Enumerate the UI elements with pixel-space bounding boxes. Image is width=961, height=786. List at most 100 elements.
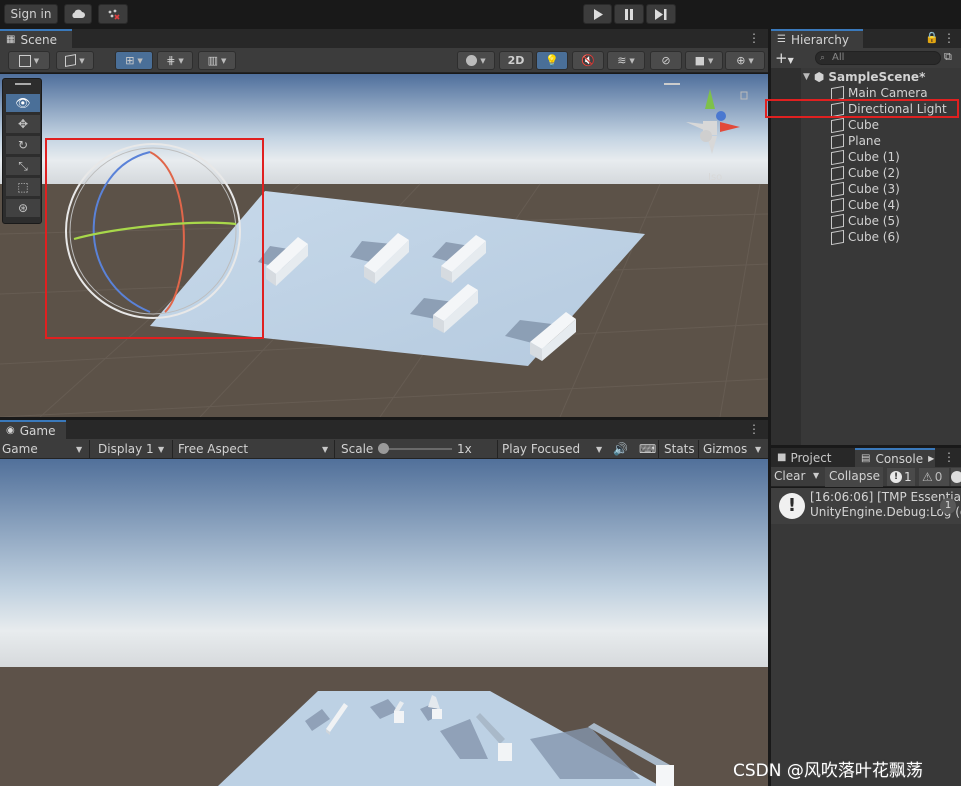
hierarchy-more-icon[interactable]: ⋮ <box>943 31 955 45</box>
drag-handle-icon[interactable] <box>15 83 31 85</box>
light-gizmo-highlight-box <box>45 138 264 339</box>
filter-icon[interactable]: ⧉ <box>944 50 952 64</box>
snap-icon: ⋕ <box>166 54 176 67</box>
transform-tool-button[interactable]: ⊛ <box>6 199 40 217</box>
sign-in-label: Sign in <box>10 7 52 21</box>
scene-viewport[interactable]: Iso 👁 ✥ ↻ ⤡ ⬚ ⊛ <box>0 74 768 417</box>
collapse-toggle[interactable]: Collapse <box>825 467 883 487</box>
gameobject-icon <box>831 133 844 149</box>
grid-snap-dropdown[interactable]: ⊞ <box>115 51 153 70</box>
clear-options-dropdown[interactable]: ▼ <box>813 471 819 480</box>
lightbulb-icon: 💡 <box>545 54 559 67</box>
rotate-tool-button[interactable]: ↻ <box>6 136 40 154</box>
move-tool-button[interactable]: ✥ <box>6 115 40 133</box>
scale-tool-button[interactable]: ⤡ <box>6 157 40 175</box>
grid-lines-icon: ▥ <box>207 54 218 67</box>
camera-dropdown[interactable]: ■ <box>685 51 723 70</box>
hierarchy-item-label: Cube (6) <box>848 230 900 244</box>
tab-project[interactable]: ■ Project <box>771 448 853 467</box>
transform-tool-palette: 👁 ✥ ↻ ⤡ ⬚ ⊛ <box>2 78 42 224</box>
shading-dropdown[interactable] <box>457 51 495 70</box>
hierarchy-item-cube-5[interactable]: Cube (5) <box>831 213 961 229</box>
hierarchy-item-label: Cube <box>848 118 879 132</box>
hierarchy-item-cube-3[interactable]: Cube (3) <box>831 181 961 197</box>
create-button[interactable]: +▼ <box>775 49 794 67</box>
tab-console[interactable]: ▤ Console ▶ <box>855 448 935 467</box>
view-tool-button[interactable]: 👁 <box>6 94 40 112</box>
gizmos-select[interactable]: Gizmos ▼ <box>703 440 765 458</box>
console-more-icon[interactable]: ⋮ <box>943 450 955 464</box>
shortcuts-button[interactable]: ⌨ <box>639 440 656 458</box>
hierarchy-item-cube-1[interactable]: Cube (1) <box>831 149 961 165</box>
hierarchy-item-label: Plane <box>848 134 881 148</box>
collapse-label: Collapse <box>829 469 880 483</box>
game-viewport[interactable] <box>0 459 768 786</box>
warning-count: 0 <box>934 470 943 484</box>
collab-button[interactable] <box>98 4 128 24</box>
game-tab-bar: ◉ Game ⋮ <box>0 420 768 439</box>
log-message-line1: [16:06:06] [TMP Essential R <box>810 490 961 504</box>
game-render <box>0 459 768 786</box>
lock-icon[interactable]: 🔒 <box>925 31 939 44</box>
step-button[interactable] <box>646 4 676 24</box>
rect-tool-button[interactable]: ⬚ <box>6 178 40 196</box>
hierarchy-item-cube-2[interactable]: Cube (2) <box>831 165 961 181</box>
audio-toggle-button[interactable]: 🔇 <box>572 51 604 70</box>
scene-more-icon[interactable]: ⋮ <box>748 31 760 45</box>
scale-icon: ⤡ <box>18 158 28 173</box>
cloud-button[interactable] <box>64 4 92 24</box>
draw-mode-dropdown[interactable] <box>8 51 50 70</box>
render-mode-dropdown[interactable] <box>56 51 94 70</box>
game-view-select[interactable]: Game ▼ <box>2 440 86 458</box>
scale-slider-thumb[interactable] <box>378 443 389 454</box>
2d-toggle-button[interactable]: 2D <box>499 51 533 70</box>
clear-button[interactable]: Clear <box>774 469 805 483</box>
play-mode-select[interactable]: Play Focused ▼ <box>502 440 606 458</box>
expand-arrow-icon: ▼ <box>803 72 810 82</box>
project-tab-label: Project <box>790 450 832 465</box>
eye-icon: 👁 <box>15 96 31 110</box>
tab-scene[interactable]: ▦ Scene <box>0 29 72 48</box>
warning-filter-toggle[interactable]: ⚠ 0 <box>919 468 949 486</box>
hierarchy-item-cube[interactable]: Cube <box>831 117 961 133</box>
tab-game[interactable]: ◉ Game <box>0 420 66 439</box>
lighting-toggle-button[interactable]: 💡 <box>536 51 568 70</box>
info-filter-toggle[interactable] <box>951 468 961 486</box>
scale-label-text: Scale <box>341 442 374 456</box>
gizmos-dropdown[interactable]: ⊕ <box>725 51 765 70</box>
tab-hierarchy[interactable]: ☰ Hierarchy <box>771 29 863 48</box>
error-filter-toggle[interactable]: ! 1 <box>887 468 915 486</box>
display-select[interactable]: Display 1 ▼ <box>98 440 170 458</box>
sign-in-button[interactable]: Sign in <box>4 4 58 24</box>
scale-slider[interactable] <box>382 448 452 450</box>
scene-tab-label: Scene <box>20 32 58 47</box>
layers-icon: ≋ <box>617 54 627 67</box>
effects-dropdown[interactable]: ≋ <box>607 51 645 70</box>
grid-toggle-dropdown[interactable]: ▥ <box>198 51 236 70</box>
log-message-line2: UnityEngine.Debug:Log (ob <box>810 505 961 519</box>
aspect-select[interactable]: Free Aspect ▼ <box>178 440 332 458</box>
play-icon <box>593 8 603 20</box>
scene-root-item[interactable]: ▼ ⬢ SampleScene* <box>803 69 961 85</box>
hierarchy-search-input[interactable]: ⌕ All <box>815 51 941 65</box>
gameobject-icon <box>831 149 844 165</box>
stats-button[interactable]: Stats <box>664 440 695 458</box>
step-icon <box>655 8 667 20</box>
console-icon: ▤ <box>861 453 871 464</box>
pause-button[interactable] <box>614 4 644 24</box>
hierarchy-toolbar: +▼ ⌕ All ⧉ <box>771 48 961 68</box>
hierarchy-item-cube-4[interactable]: Cube (4) <box>831 197 961 213</box>
play-button[interactable] <box>583 4 612 24</box>
hierarchy-item-plane[interactable]: Plane <box>831 133 961 149</box>
visibility-toggle-button[interactable]: ⊘ <box>650 51 682 70</box>
increment-snap-dropdown[interactable]: ⋕ <box>157 51 193 70</box>
dropdown-arrow-icon: ▼ <box>322 444 329 454</box>
mute-audio-button[interactable]: 🔊 <box>613 440 628 458</box>
play-mode-label: Play Focused <box>502 442 581 456</box>
unity-scene-icon: ⬢ <box>813 70 825 84</box>
hierarchy-item-cube-6[interactable]: Cube (6) <box>831 229 961 245</box>
game-more-icon[interactable]: ⋮ <box>748 422 760 436</box>
console-log-entry[interactable]: ! [16:06:06] [TMP Essential R UnityEngin… <box>771 488 961 524</box>
rect-icon: ⬚ <box>17 180 29 194</box>
plus-icon: + <box>775 49 788 67</box>
